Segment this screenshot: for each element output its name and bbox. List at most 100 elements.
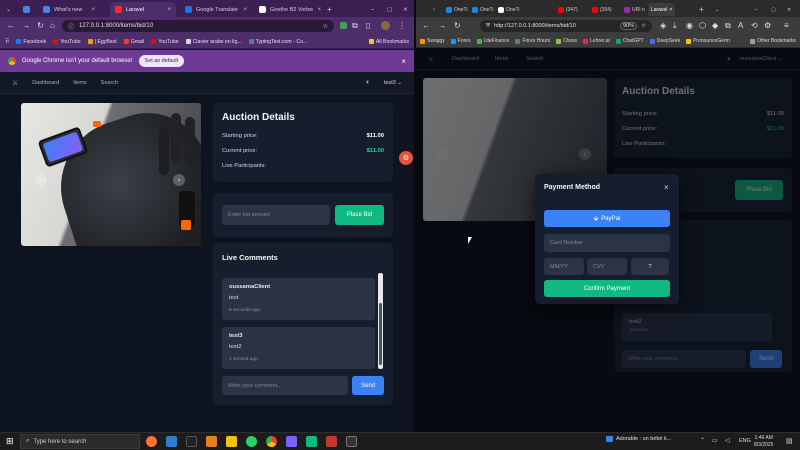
close-icon[interactable]: × bbox=[91, 7, 95, 13]
windows-start-icon[interactable]: ⊞ bbox=[6, 436, 14, 447]
tray-chevron-icon[interactable]: ⌃ bbox=[700, 437, 705, 444]
user-menu[interactable]: oussamaClient ⌄ bbox=[740, 56, 783, 62]
file-explorer-icon[interactable] bbox=[226, 436, 237, 447]
app-logo-icon[interactable]: ⚔ bbox=[428, 56, 433, 63]
new-tab-button[interactable]: + bbox=[696, 3, 707, 16]
app-icon-3[interactable] bbox=[306, 436, 317, 447]
tab-youtube-347[interactable]: (347) bbox=[555, 3, 581, 16]
minimize-icon[interactable]: – bbox=[366, 2, 380, 17]
translate-icon[interactable]: A bbox=[738, 21, 743, 31]
laravel-debug-icon[interactable]: ⚙ bbox=[399, 151, 413, 165]
carousel-prev-icon[interactable]: ‹ bbox=[35, 174, 47, 186]
account-icon[interactable]: ◉ bbox=[686, 21, 693, 31]
terminal-icon[interactable] bbox=[346, 436, 357, 447]
place-bid-button[interactable]: Place Bid bbox=[735, 180, 783, 200]
carousel-prev-icon[interactable]: ‹ bbox=[437, 148, 449, 160]
nav-dashboard[interactable]: Dashboard bbox=[32, 80, 59, 86]
bookmark-chess[interactable]: Chess bbox=[555, 38, 577, 44]
reload-icon[interactable]: ↻ bbox=[454, 21, 461, 31]
close-icon[interactable]: × bbox=[243, 7, 247, 13]
site-info-icon[interactable]: ⓘ bbox=[68, 22, 74, 31]
bookmark-lehrer[interactable]: Lehrer.at bbox=[583, 38, 610, 44]
paypal-button[interactable]: ⬙ PayPal bbox=[544, 210, 670, 227]
app-icon-4[interactable] bbox=[326, 436, 337, 447]
extension-icon[interactable] bbox=[340, 22, 347, 29]
notification-icon[interactable]: ▤ bbox=[786, 437, 793, 445]
bookmark-typingtest[interactable]: TypingTest.com - Co... bbox=[248, 39, 307, 45]
card-number-input[interactable]: Card Number bbox=[544, 234, 670, 252]
media-widget[interactable]: Adorable : un bébé k... bbox=[606, 436, 671, 442]
tab-search-button[interactable]: ⌄ bbox=[4, 2, 16, 17]
send-comment-button[interactable]: Send bbox=[750, 350, 782, 368]
bookmark-forex-hours[interactable]: Forex Hours bbox=[515, 38, 550, 44]
star-icon[interactable]: ☆ bbox=[323, 23, 328, 30]
sidepanel-icon[interactable]: ▯ bbox=[366, 21, 370, 31]
tab-onetime-3[interactable]: OneTi bbox=[495, 3, 522, 16]
confirm-payment-button[interactable]: Confirm Payment bbox=[544, 280, 670, 297]
tradingview-icon[interactable] bbox=[186, 436, 197, 447]
language-indicator[interactable]: ENG bbox=[739, 438, 751, 444]
place-bid-button[interactable]: Place Bid bbox=[335, 205, 384, 225]
minimize-icon[interactable]: – bbox=[752, 3, 761, 16]
sync-icon[interactable]: ⟲ bbox=[751, 21, 758, 31]
close-infobar-icon[interactable]: × bbox=[401, 57, 406, 66]
home-icon[interactable]: ⌂ bbox=[50, 21, 55, 31]
close-icon[interactable]: × bbox=[167, 7, 171, 13]
cvv-help-button[interactable]: ? bbox=[631, 258, 669, 275]
vpn-icon[interactable]: ◆ bbox=[712, 21, 718, 31]
tab-whats-new[interactable]: What's new × bbox=[38, 2, 100, 17]
star-icon[interactable]: ☆ bbox=[641, 23, 646, 29]
volume-icon[interactable]: ◁ bbox=[725, 437, 730, 444]
tab-onetime-1[interactable]: OneTi bbox=[443, 3, 470, 16]
reload-icon[interactable]: ↻ bbox=[37, 21, 44, 31]
firefox-icon[interactable] bbox=[146, 436, 157, 447]
app-logo-icon[interactable]: ⚔ bbox=[12, 79, 18, 87]
back-icon[interactable]: ← bbox=[7, 21, 15, 31]
bookmark-pronouncegerm[interactable]: PronounceGerm bbox=[686, 38, 730, 44]
carousel-next-icon[interactable]: › bbox=[173, 174, 185, 186]
extensions-icon[interactable]: ⧉ bbox=[725, 21, 731, 31]
profile-avatar[interactable] bbox=[381, 21, 390, 30]
tab-youtube-354[interactable]: (354) bbox=[589, 3, 615, 16]
tab-list-icon[interactable]: ⌄ bbox=[712, 3, 722, 16]
taskbar-search-box[interactable]: ⌕ Type here to search bbox=[20, 434, 140, 449]
bookmark-clavier-arabe[interactable]: Clavier arabe en lig... bbox=[185, 39, 242, 45]
theme-toggle-icon[interactable]: ☀ bbox=[365, 80, 370, 86]
tab-laravel-right[interactable]: Laravel × bbox=[648, 3, 676, 16]
bookmark-swaggy[interactable]: Swaggy bbox=[420, 38, 445, 44]
tab-pinned[interactable] bbox=[18, 2, 36, 17]
cvv-input[interactable]: CVV bbox=[587, 258, 627, 275]
bookmark-youtube-2[interactable]: YouTube bbox=[151, 39, 179, 45]
app-icon[interactable] bbox=[206, 436, 217, 447]
tab-onetime-2[interactable]: OneTi bbox=[469, 3, 496, 16]
back-icon[interactable]: ← bbox=[422, 21, 430, 31]
pocket-icon[interactable]: ◈ bbox=[660, 21, 666, 31]
tab-laravel[interactable]: Laravel × bbox=[110, 2, 176, 17]
apps-icon[interactable]: ⠿ bbox=[5, 38, 9, 45]
tab-scroll-left-icon[interactable]: ‹ bbox=[430, 3, 438, 16]
extensions-icon[interactable]: ⧉ bbox=[352, 21, 358, 31]
nav-search[interactable]: Search bbox=[101, 80, 118, 86]
url-field[interactable]: ⓘ 127.0.0.1:8000/items/bid/10 ☆ bbox=[62, 20, 334, 32]
bookmark-gmail[interactable]: Gmail bbox=[123, 39, 144, 45]
bookmark-forex[interactable]: Forex bbox=[450, 38, 471, 44]
bookmark-deepseek[interactable]: DeepSeek bbox=[649, 38, 680, 44]
chrome-icon[interactable] bbox=[266, 436, 277, 447]
zoom-indicator[interactable]: 90% bbox=[620, 22, 638, 30]
carousel-next-icon[interactable]: › bbox=[579, 148, 591, 160]
send-comment-button[interactable]: Send bbox=[352, 376, 384, 395]
nav-items[interactable]: Items bbox=[73, 80, 86, 86]
close-modal-icon[interactable]: × bbox=[664, 183, 669, 192]
settings-icon[interactable]: ⚙ bbox=[764, 21, 771, 31]
vscode-icon[interactable] bbox=[166, 436, 177, 447]
download-icon[interactable]: ⤓ bbox=[673, 21, 677, 31]
comment-input[interactable]: Write your comment... bbox=[222, 376, 348, 395]
tab-goethe[interactable]: Goethe B2 Vorbere...× bbox=[254, 2, 326, 17]
bookmark-litefinance[interactable]: LiteFinance bbox=[476, 38, 509, 44]
bookmark-egybest[interactable]: | EgyBest bbox=[87, 39, 117, 45]
bookmark-youtube[interactable]: YouTube bbox=[53, 39, 81, 45]
menu-icon[interactable]: ⋮ bbox=[398, 21, 406, 31]
other-bookmarks[interactable]: Other Bookmarks bbox=[750, 38, 796, 44]
comment-input[interactable]: Write your comment... bbox=[622, 350, 746, 368]
bookmark-facebook[interactable]: Facebook bbox=[16, 39, 46, 45]
